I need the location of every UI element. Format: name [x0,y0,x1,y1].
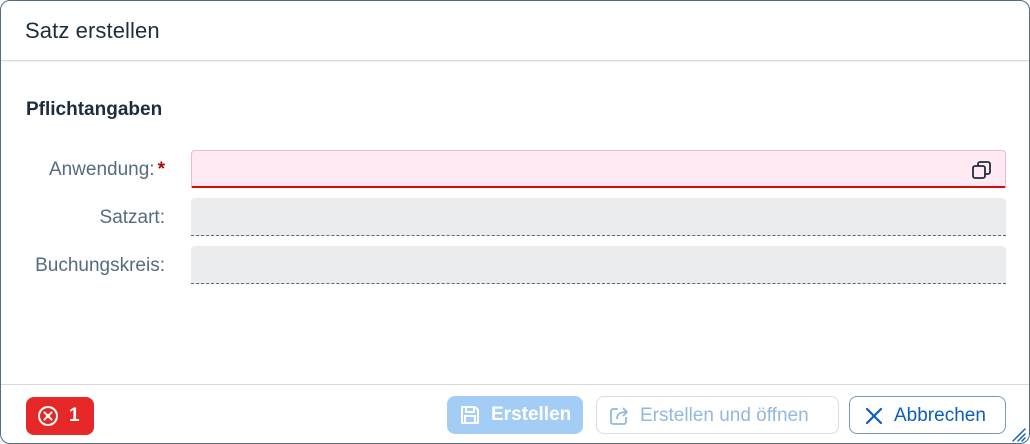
buchungskreis-label: Buchungskreis: [35,255,165,276]
buchungskreis-row: Buchungskreis: [1,246,1029,284]
create-button[interactable]: Erstellen [447,396,583,434]
anwendung-input[interactable] [191,150,1006,188]
dialog-footer: 1 Erstellen Erstellen und öffnen Abbrech… [1,384,1029,443]
dialog-header: Satz erstellen [1,1,1029,61]
create-and-open-label: Erstellen und öffnen [640,405,809,426]
cancel-button[interactable]: Abbrechen [849,396,1006,434]
resize-handle-icon[interactable] [1010,426,1026,442]
value-help-icon[interactable] [971,159,993,181]
create-and-open-button[interactable]: Erstellen und öffnen [596,396,839,434]
buchungskreis-field [191,246,1006,284]
satzart-label: Satzart: [99,207,165,228]
anwendung-label: Anwendung: * [49,159,165,181]
error-message-button[interactable]: 1 [26,397,94,435]
satzart-field [191,198,1006,236]
satzart-row: Satzart: [1,198,1029,236]
section-title: Pflichtangaben [26,99,163,120]
error-circle-icon [38,406,58,426]
anwendung-row: Anwendung: * [1,150,1029,188]
create-record-dialog: Satz erstellen Pflichtangaben Anwendung:… [0,0,1030,444]
cancel-button-label: Abbrechen [894,405,986,426]
dialog-title: Satz erstellen [25,18,160,43]
open-external-icon [610,407,628,425]
create-button-label: Erstellen [491,404,572,425]
anwendung-label-text: Anwendung: [48,159,155,180]
required-marker: * [157,159,165,180]
save-icon [461,406,479,424]
close-icon [865,407,883,425]
error-count: 1 [69,405,80,426]
